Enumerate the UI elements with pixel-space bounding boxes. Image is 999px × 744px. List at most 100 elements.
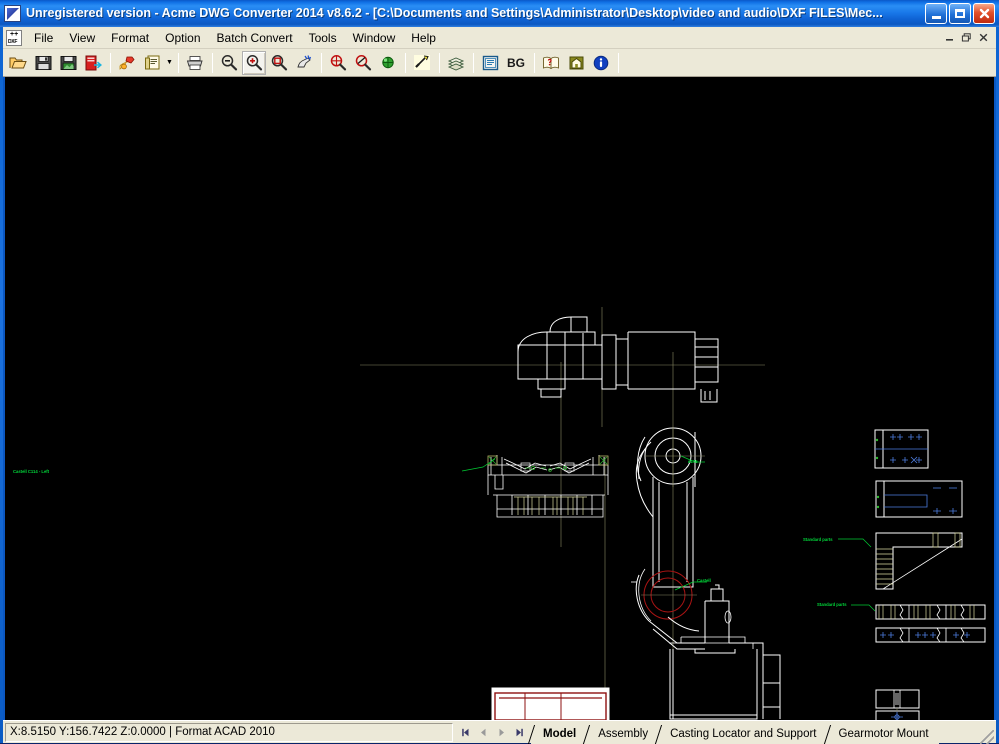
nav-next-sheet-button[interactable] [493, 723, 510, 741]
mdi-window-controls [941, 30, 996, 45]
label-standard-parts-2: Standard parts [817, 602, 847, 607]
mdi-restore-icon [961, 33, 971, 42]
about-button[interactable] [589, 51, 613, 75]
zoom-extents-icon [330, 55, 347, 71]
tab-casting-locator-and-support[interactable]: Casting Locator and Support [658, 724, 827, 744]
window-controls [925, 3, 999, 24]
floppy-green-icon [60, 55, 76, 70]
main-toolbar: ▼ BG [3, 49, 996, 77]
zoom-window-icon [271, 55, 288, 71]
tab-gearmotor-mount[interactable]: Gearmotor Mount [826, 724, 939, 744]
drawing-canvas-frame: Castell C114 - Left ø175 Castell Standar… [3, 77, 996, 720]
prev-sheet-icon [481, 728, 486, 736]
menu-view[interactable]: View [61, 29, 103, 47]
toolbar-separator [110, 52, 111, 73]
status-bar: X:8.5150 Y:156.7422 Z:0.0000 | Format AC… [3, 720, 996, 744]
export-button[interactable] [81, 51, 105, 75]
info-icon [593, 55, 609, 70]
zoom-out-button[interactable] [217, 51, 241, 75]
batch-convert-dropdown[interactable]: ▼ [165, 51, 174, 75]
menu-file[interactable]: File [26, 29, 61, 47]
menu-option[interactable]: Option [157, 29, 208, 47]
close-icon [979, 8, 989, 19]
help-book-icon [543, 56, 559, 69]
application-icon [4, 5, 21, 22]
printer-icon [186, 55, 203, 70]
properties-button[interactable] [478, 51, 502, 75]
last-sheet-icon [516, 728, 523, 736]
mdi-restore-button[interactable] [958, 30, 974, 45]
window-title: Unregistered version - Acme DWG Converte… [26, 6, 883, 20]
close-button[interactable] [973, 3, 995, 24]
label-castell: Castell [697, 578, 711, 583]
background-button[interactable]: BG [503, 51, 529, 75]
help-topics-button[interactable] [539, 51, 563, 75]
bg-label: BG [507, 55, 525, 70]
nav-last-sheet-button[interactable] [511, 723, 528, 741]
toolbar-separator [212, 52, 213, 73]
measure-button[interactable] [410, 51, 434, 75]
nav-first-sheet-button[interactable] [457, 723, 474, 741]
zoom-window-button[interactable] [267, 51, 291, 75]
open-file-button[interactable] [6, 51, 30, 75]
tab-assembly[interactable]: Assembly [586, 724, 659, 744]
toolbar-separator [178, 52, 179, 73]
minimize-button[interactable] [925, 3, 947, 24]
title-bar: Unregistered version - Acme DWG Converte… [0, 0, 999, 27]
folder-open-icon [9, 57, 27, 68]
save-button[interactable] [31, 51, 55, 75]
pdf-convert-button[interactable] [115, 51, 139, 75]
title-block-partial [491, 687, 610, 720]
document-icon[interactable] [6, 29, 22, 46]
toolbar-separator [473, 52, 474, 73]
floppy-save-icon [35, 55, 51, 70]
batch-pages-icon [144, 55, 159, 69]
mdi-minimize-button[interactable] [941, 30, 957, 45]
label-standard-parts-1: Standard parts [803, 537, 833, 542]
home-button[interactable] [564, 51, 588, 75]
sheet-tabs: Model Assembly Casting Locator and Suppo… [531, 721, 996, 744]
menu-help[interactable]: Help [403, 29, 444, 47]
save-as-button[interactable] [56, 51, 80, 75]
status-coordinates: X:8.5150 Y:156.7422 Z:0.0000 | Format AC… [5, 722, 453, 742]
toolbar-separator [439, 52, 440, 73]
layers-button[interactable] [444, 51, 468, 75]
menu-bar: File View Format Option Batch Convert To… [3, 27, 996, 49]
menu-batch-convert[interactable]: Batch Convert [209, 29, 301, 47]
toolbar-separator [618, 52, 619, 73]
resize-grip[interactable] [980, 729, 994, 744]
pan-hand-icon [297, 55, 312, 68]
toolbar-separator [534, 52, 535, 73]
pan-button[interactable] [292, 51, 316, 75]
next-sheet-icon [499, 728, 504, 736]
label-diameter-75: ø175 [688, 459, 698, 464]
zoom-in-button[interactable] [242, 50, 266, 75]
menu-format[interactable]: Format [103, 29, 157, 47]
tab-model[interactable]: Model [531, 724, 587, 744]
zoom-extents-button[interactable] [326, 51, 350, 75]
home-icon [569, 56, 583, 69]
first-sheet-icon [462, 728, 469, 736]
cad-drawing-canvas[interactable]: Castell C114 - Left ø175 Castell Standar… [5, 77, 994, 720]
zoom-previous-icon [355, 55, 372, 71]
label-castell-c114-left: Castell C114 - Left [13, 469, 50, 474]
canvas-background [5, 77, 994, 720]
batch-convert-button[interactable] [140, 51, 164, 75]
application-window: Unregistered version - Acme DWG Converte… [0, 0, 999, 744]
mdi-close-button[interactable] [975, 30, 991, 45]
zoom-previous-button[interactable] [351, 51, 375, 75]
pdf-icon [119, 56, 135, 70]
layers-icon [447, 57, 465, 70]
mdi-minimize-icon [945, 39, 953, 41]
nav-prev-sheet-button[interactable] [475, 723, 492, 741]
print-button[interactable] [183, 51, 207, 75]
cad-drawing: Castell C114 - Left ø175 Castell Standar… [5, 77, 994, 720]
menu-window[interactable]: Window [345, 29, 404, 47]
maximize-button[interactable] [949, 3, 971, 24]
zoom-all-button[interactable] [376, 51, 400, 75]
measure-icon [414, 55, 430, 70]
menu-tools[interactable]: Tools [301, 29, 345, 47]
properties-icon [482, 55, 498, 70]
zoom-out-icon [221, 55, 238, 71]
zoom-all-icon [382, 56, 394, 69]
